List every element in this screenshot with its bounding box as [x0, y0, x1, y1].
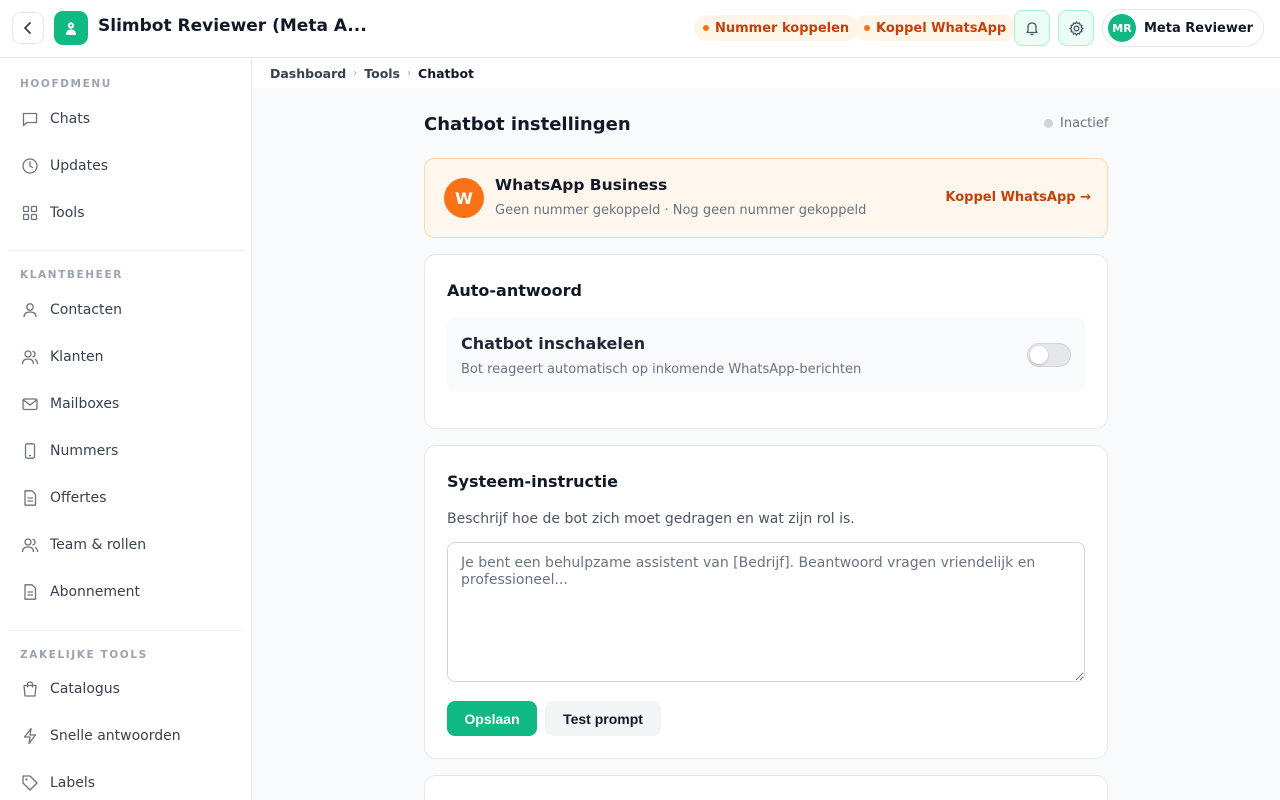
- document-icon: [20, 488, 40, 508]
- toggle-knob: [1030, 346, 1048, 364]
- user-name: Meta Reviewer: [1144, 20, 1254, 36]
- sidebar-item-chats[interactable]: Chats: [8, 100, 244, 138]
- sidebar-item-abonnement[interactable]: Abonnement: [8, 573, 244, 611]
- chevron-left-icon: [24, 22, 31, 34]
- tag-icon: [20, 773, 40, 793]
- sidebar-item-label: Contacten: [50, 302, 122, 318]
- test-prompt-button[interactable]: Test prompt: [545, 701, 661, 736]
- bell-icon: [1026, 22, 1038, 36]
- sidebar-item-snelle-antwoorden[interactable]: Snelle antwoorden: [8, 717, 244, 755]
- sidebar-item-label: Chats: [50, 111, 91, 127]
- card-description: Beschrijf hoe de bot zich moet gedragen …: [447, 511, 855, 527]
- chevron-right-icon: ›: [407, 67, 412, 79]
- app-logo[interactable]: [54, 11, 88, 45]
- whatsapp-card-subtitle: Geen nummer gekoppeld · Nog geen nummer …: [495, 203, 867, 218]
- sidebar-item-label: Catalogus: [50, 681, 120, 697]
- sidebar-item-label: Tools: [50, 205, 85, 221]
- clock-icon: [20, 156, 40, 176]
- breadcrumb-tools[interactable]: Tools: [364, 66, 400, 81]
- chat-bubble-icon: [20, 109, 40, 129]
- toggle-title: Chatbot inschakelen: [461, 334, 646, 353]
- sidebar: HOOFDMENU Chats Updates Tools KLANTBEHEE…: [0, 58, 252, 800]
- auto-reply-card: Auto-antwoord Chatbot inschakelen Bot re…: [424, 254, 1108, 429]
- sidebar-item-labels[interactable]: Labels: [8, 764, 244, 800]
- top-header: Slimbot Reviewer (Meta A... Nummer koppe…: [0, 0, 1280, 58]
- pill-link-whatsapp[interactable]: Koppel WhatsApp: [855, 15, 1017, 41]
- sidebar-item-label: Updates: [50, 158, 108, 174]
- sidebar-item-label: Team & rollen: [50, 537, 147, 553]
- user-menu[interactable]: MR Meta Reviewer: [1102, 9, 1264, 47]
- sidebar-item-label: Nummers: [50, 443, 119, 459]
- sidebar-item-label: Snelle antwoorden: [50, 728, 181, 744]
- sidebar-item-tools[interactable]: Tools: [8, 194, 244, 232]
- user-icon: [20, 300, 40, 320]
- sidebar-item-label: Mailboxes: [50, 396, 120, 412]
- breadcrumb-dashboard[interactable]: Dashboard: [270, 66, 346, 81]
- lightning-icon: [20, 726, 40, 746]
- app-title: Slimbot Reviewer (Meta A...: [98, 16, 367, 36]
- breadcrumb-chatbot: Chatbot: [418, 65, 475, 81]
- status-label: Inactief: [1060, 116, 1109, 131]
- save-button[interactable]: Opslaan: [447, 701, 537, 736]
- sidebar-item-label: Labels: [50, 775, 96, 791]
- sidebar-item-nummers[interactable]: Nummers: [8, 432, 244, 470]
- sidebar-section-title: KLANTBEHEER: [20, 269, 123, 281]
- gear-icon: [1068, 20, 1084, 36]
- avatar: MR: [1108, 14, 1136, 42]
- status-dot: [1044, 119, 1053, 128]
- connect-whatsapp-link[interactable]: Koppel WhatsApp →: [945, 190, 1091, 205]
- users-icon: [20, 347, 40, 367]
- document-icon: [20, 582, 40, 602]
- system-instruction-card: Systeem-instructie Beschrijf hoe de bot …: [424, 445, 1108, 759]
- system-prompt-textarea[interactable]: [447, 542, 1085, 682]
- sidebar-item-contacten[interactable]: Contacten: [8, 291, 244, 329]
- sidebar-item-label: Offertes: [50, 490, 107, 506]
- pill-label: Nummer koppelen: [715, 20, 850, 36]
- sidebar-item-klanten[interactable]: Klanten: [8, 338, 244, 376]
- whatsapp-avatar: W: [444, 178, 484, 218]
- pill-link-number[interactable]: Nummer koppelen: [694, 15, 860, 41]
- whatsapp-business-card: W WhatsApp Business Geen nummer gekoppel…: [424, 158, 1108, 238]
- toggle-description: Bot reageert automatisch op inkomende Wh…: [461, 362, 862, 377]
- robot-icon: [66, 22, 76, 35]
- status-indicator: Inactief: [1044, 116, 1108, 131]
- card-title: Auto-antwoord: [447, 281, 582, 300]
- grid-icon: [20, 203, 40, 223]
- mail-icon: [20, 394, 40, 414]
- breadcrumb: Dashboard › Tools › Chatbot: [252, 58, 1280, 88]
- sidebar-item-label: Klanten: [50, 349, 104, 365]
- team-icon: [20, 535, 40, 555]
- notifications-button[interactable]: [1014, 10, 1050, 46]
- sidebar-item-mailboxes[interactable]: Mailboxes: [8, 385, 244, 423]
- status-dot: [864, 25, 870, 31]
- phone-icon: [20, 441, 40, 461]
- next-settings-card: [424, 775, 1108, 800]
- sidebar-section-title: HOOFDMENU: [20, 78, 112, 90]
- page-title: Chatbot instellingen: [424, 114, 631, 135]
- chatbot-enable-toggle[interactable]: [1027, 343, 1071, 367]
- sidebar-item-catalogus[interactable]: Catalogus: [8, 670, 244, 708]
- pill-label: Koppel WhatsApp: [876, 20, 1007, 36]
- status-dot: [703, 25, 709, 31]
- sidebar-item-offertes[interactable]: Offertes: [8, 479, 244, 517]
- sidebar-item-team-rollen[interactable]: Team & rollen: [8, 526, 244, 564]
- sidebar-divider: [8, 630, 244, 631]
- sidebar-divider: [8, 250, 244, 251]
- settings-button[interactable]: [1058, 10, 1094, 46]
- sidebar-section-title: ZAKELIJKE TOOLS: [20, 649, 148, 661]
- chevron-right-icon: ›: [353, 67, 358, 79]
- sidebar-item-updates[interactable]: Updates: [8, 147, 244, 185]
- sidebar-item-label: Abonnement: [50, 584, 141, 600]
- whatsapp-card-title: WhatsApp Business: [495, 176, 668, 194]
- shopping-bag-icon: [20, 679, 40, 699]
- back-button[interactable]: [12, 12, 44, 44]
- card-title: Systeem-instructie: [447, 472, 618, 491]
- chatbot-toggle-row: Chatbot inschakelen Bot reageert automat…: [447, 317, 1085, 392]
